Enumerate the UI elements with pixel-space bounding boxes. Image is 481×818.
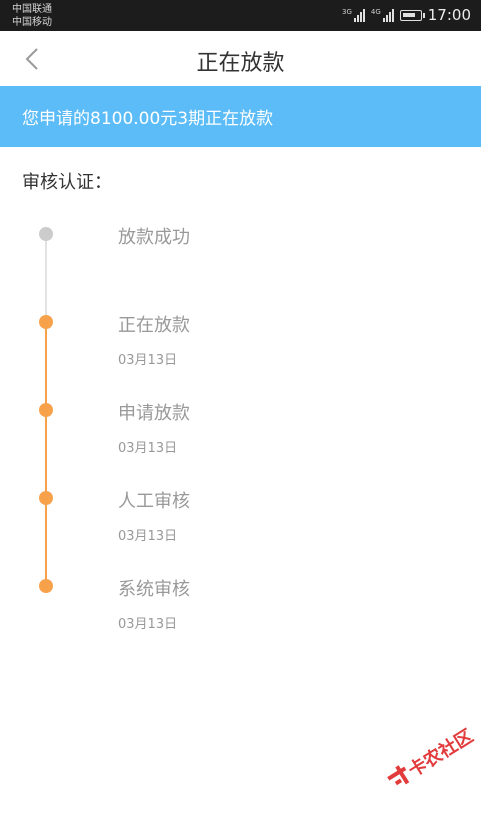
timeline-dot (39, 227, 53, 241)
timeline-step-label: 正在放款 (118, 315, 190, 336)
timeline-step-label: 人工审核 (118, 491, 190, 512)
progress-timeline: 放款成功 正在放款 03月13日 申请放款 03月13日 人工审核 03月13日 系统审核 03… (0, 0, 481, 818)
timeline-connector (45, 498, 47, 586)
timeline-dot (39, 315, 53, 329)
timeline-step-label: 申请放款 (118, 403, 190, 424)
timeline-connector (45, 410, 47, 498)
svg-text:卡农社区: 卡农社区 (404, 725, 476, 782)
timeline-dot (39, 403, 53, 417)
kanong-logo-watermark: 卡农社区 (387, 725, 476, 786)
timeline-step-date: 03月13日 (118, 441, 178, 456)
timeline-dot (39, 579, 53, 593)
timeline-step-date: 03月13日 (118, 617, 178, 632)
timeline-connector (45, 234, 47, 322)
timeline-connector (45, 322, 47, 410)
timeline-step-label: 系统审核 (118, 579, 190, 600)
timeline-step-date: 03月13日 (118, 353, 178, 368)
timeline-dot (39, 491, 53, 505)
timeline-step-label: 放款成功 (118, 227, 190, 248)
timeline-step-date: 03月13日 (118, 529, 178, 544)
